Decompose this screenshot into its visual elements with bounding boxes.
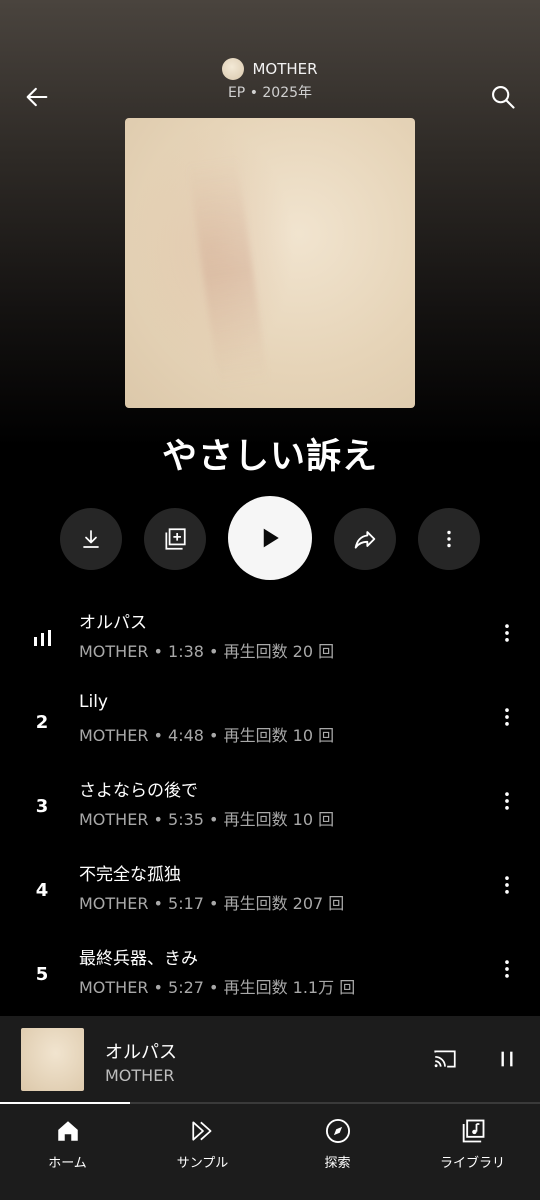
cast-icon	[434, 1050, 456, 1068]
track-row[interactable]: 4 不完全な孤独 MOTHER • 5:17 • 再生回数 207 回	[0, 848, 540, 932]
artist-link[interactable]: MOTHER	[0, 58, 540, 80]
mini-player[interactable]: オルパス MOTHER	[0, 1016, 540, 1104]
track-meta: MOTHER • 1:38 • 再生回数 20 回	[79, 642, 335, 661]
track-more-button[interactable]	[496, 702, 518, 732]
track-number: 4	[35, 879, 49, 901]
pause-icon	[501, 1051, 513, 1067]
track-more-button[interactable]	[496, 618, 518, 648]
album-action-bar	[0, 496, 540, 580]
download-icon	[83, 530, 99, 548]
track-more-button[interactable]	[496, 954, 518, 984]
pause-button[interactable]	[492, 1044, 522, 1074]
track-number: 5	[35, 963, 49, 985]
track-title: 不完全な孤独	[79, 865, 181, 885]
bottom-navigation: ホーム サンプル 探索 ライブラリ	[0, 1104, 540, 1200]
now-playing-indicator	[28, 596, 56, 680]
track-list: オルパス MOTHER • 1:38 • 再生回数 20 回 2 Lily MO…	[0, 596, 540, 1016]
mini-player-thumbnail	[21, 1028, 84, 1091]
album-title: やさしい訴え	[161, 437, 378, 477]
search-icon	[492, 86, 515, 109]
nav-label: ホーム	[48, 1156, 87, 1171]
track-more-button[interactable]	[496, 870, 518, 900]
mini-player-title: オルパス	[105, 1042, 177, 1063]
equalizer-icon	[33, 630, 51, 646]
track-meta: MOTHER • 5:27 • 再生回数 1.1万 回	[79, 978, 356, 997]
track-number: 3	[35, 795, 49, 817]
track-meta: MOTHER • 5:35 • 再生回数 10 回	[79, 810, 335, 829]
library-icon	[462, 1119, 484, 1143]
header: MOTHER EP • 2025年	[0, 0, 540, 120]
more-vert-icon	[505, 960, 509, 978]
track-title: オルパス	[79, 613, 147, 633]
track-meta: MOTHER • 4:48 • 再生回数 10 回	[79, 726, 335, 745]
album-cover-art	[125, 118, 415, 408]
more-vert-icon	[505, 708, 509, 726]
track-title: 最終兵器、きみ	[79, 949, 198, 969]
nav-label: サンプル	[176, 1156, 229, 1171]
home-icon	[57, 1121, 78, 1141]
search-button[interactable]	[486, 80, 520, 114]
nav-home[interactable]: ホーム	[0, 1104, 135, 1200]
track-row[interactable]: オルパス MOTHER • 1:38 • 再生回数 20 回	[0, 596, 540, 680]
play-album-button[interactable]	[228, 496, 312, 580]
more-vert-icon	[505, 876, 509, 894]
nav-library[interactable]: ライブラリ	[405, 1104, 540, 1200]
more-vert-icon	[447, 530, 451, 548]
track-row[interactable]: 2 Lily MOTHER • 4:48 • 再生回数 10 回	[0, 680, 540, 764]
track-meta: MOTHER • 5:17 • 再生回数 207 回	[79, 894, 345, 913]
nav-explore[interactable]: 探索	[270, 1104, 405, 1200]
share-icon	[354, 531, 376, 549]
more-vert-icon	[505, 792, 509, 810]
more-vert-icon	[505, 624, 509, 642]
play-icon	[263, 528, 279, 548]
nav-label: ライブラリ	[439, 1156, 505, 1171]
track-title: さよならの後で	[79, 781, 198, 801]
add-to-library-icon	[165, 528, 186, 550]
explore-icon	[325, 1118, 350, 1144]
track-number: 2	[35, 711, 49, 733]
more-options-button[interactable]	[418, 508, 480, 570]
track-row[interactable]: 3 さよならの後で MOTHER • 5:35 • 再生回数 10 回	[0, 764, 540, 848]
nav-samples[interactable]: サンプル	[135, 1104, 270, 1200]
samples-icon	[191, 1121, 211, 1141]
album-subtitle: EP • 2025年	[227, 85, 313, 101]
track-title: Lily	[79, 692, 108, 712]
nav-label: 探索	[324, 1156, 351, 1171]
artist-avatar	[222, 58, 245, 80]
share-button[interactable]	[334, 508, 396, 570]
save-to-library-button[interactable]	[144, 508, 206, 570]
track-row[interactable]: 5 最終兵器、きみ MOTHER • 5:27 • 再生回数 1.1万 回	[0, 932, 540, 1016]
track-more-button[interactable]	[496, 786, 518, 816]
artist-name: MOTHER	[252, 60, 318, 78]
download-button[interactable]	[60, 508, 122, 570]
cast-button[interactable]	[428, 1044, 462, 1074]
mini-player-artist: MOTHER	[105, 1066, 175, 1085]
